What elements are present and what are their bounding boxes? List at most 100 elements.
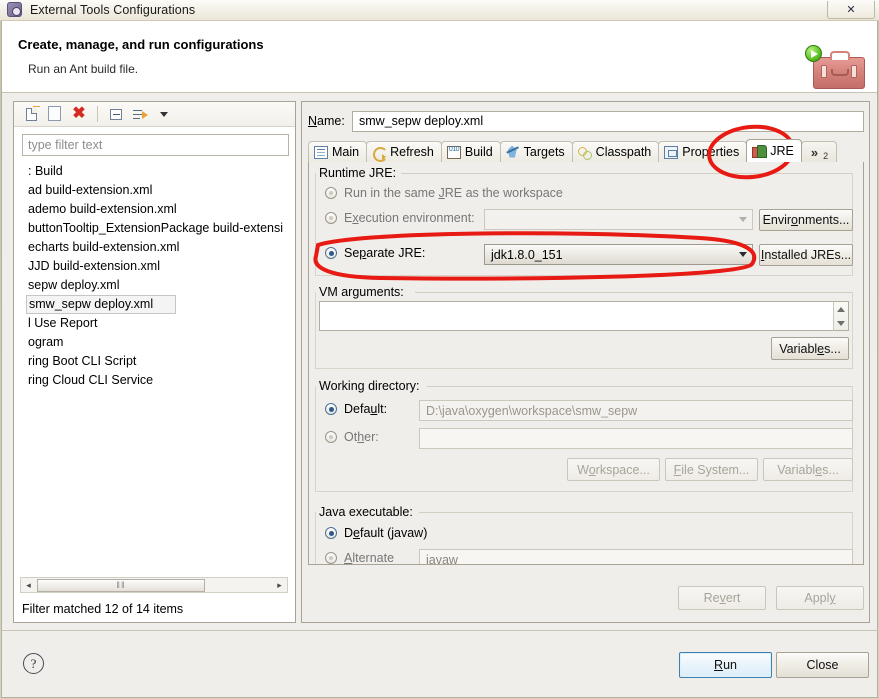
dialog-header: Create, manage, and run configurations R… — [1, 21, 878, 93]
list-item[interactable]: sepw deploy.xml — [20, 276, 291, 295]
file-system-button[interactable]: File System... — [665, 458, 758, 481]
tab-refresh[interactable]: Refresh — [366, 141, 442, 162]
list-item[interactable]: ogram — [20, 333, 291, 352]
vm-arguments-group-title: VM arguments: — [319, 285, 409, 299]
filter-placeholder: type filter text — [28, 138, 103, 152]
configuration-name-row: Name: smw_sepw deploy.xml — [308, 110, 864, 132]
name-input[interactable]: smw_sepw deploy.xml — [352, 110, 864, 132]
revert-button[interactable]: Revert — [678, 586, 766, 610]
chevron-down-icon — [739, 217, 747, 222]
tab-main[interactable]: Main — [308, 141, 368, 162]
vm-arguments-value[interactable] — [319, 301, 833, 331]
working-dir-variables-label: Variables... — [777, 462, 839, 477]
working-dir-default-value: D:\java\oxygen\workspace\smw_sepw — [419, 400, 853, 421]
scrollbar-thumb[interactable]: ‖‖ — [37, 578, 205, 592]
radio-separate-jre-indicator[interactable] — [325, 247, 337, 259]
radio-separate-jre-label: Separate JRE: — [344, 246, 426, 260]
list-item[interactable]: : Build — [20, 162, 291, 181]
tab-build[interactable]: Build — [440, 141, 501, 162]
list-item[interactable]: ad build-extension.xml — [20, 181, 291, 200]
configuration-editor-panel: Name: smw_sepw deploy.xml Main Refresh B… — [301, 101, 870, 623]
radio-java-exec-alternate[interactable]: Alternate — [325, 551, 395, 565]
tab-properties[interactable]: Properties — [658, 141, 748, 162]
revert-button-label: Revert — [703, 591, 741, 605]
radio-working-dir-other[interactable]: Other: — [325, 430, 379, 444]
workspace-button[interactable]: Workspace... — [567, 458, 660, 481]
main-tab-icon — [314, 145, 328, 159]
runtime-jre-group-title: Runtime JRE: — [319, 166, 402, 180]
filter-configurations-icon[interactable] — [129, 104, 151, 124]
list-item-selected[interactable]: smw_sepw deploy.xml — [26, 295, 176, 314]
collapse-all-icon[interactable] — [105, 104, 127, 124]
java-exec-alternate-input[interactable]: javaw — [419, 549, 853, 564]
tab-refresh-label: Refresh — [390, 145, 434, 159]
filter-input[interactable]: type filter text — [22, 134, 289, 156]
list-item[interactable]: ring Cloud CLI Service — [20, 371, 291, 390]
radio-same-jre-indicator[interactable] — [325, 187, 337, 199]
list-item[interactable]: ademo build-extension.xml — [20, 200, 291, 219]
run-button[interactable]: Run — [679, 652, 772, 678]
radio-execution-environment[interactable]: Execution environment: — [325, 211, 475, 225]
scroll-right-icon[interactable]: ▸ — [272, 578, 287, 592]
tab-overflow-count: 2 — [823, 151, 829, 161]
tab-overflow-button[interactable]: » 2 — [800, 141, 838, 162]
radio-working-dir-other-label: Other: — [344, 430, 379, 444]
working-dir-other-input[interactable] — [419, 428, 853, 449]
list-item[interactable]: JJD build-extension.xml — [20, 257, 291, 276]
tree-horizontal-scrollbar[interactable]: ◂ ‖‖ ▸ — [20, 577, 288, 593]
duplicate-configuration-icon[interactable] — [44, 104, 66, 124]
radio-run-in-same-jre[interactable]: Run in the same JRE as the workspace — [325, 186, 563, 200]
radio-working-dir-default-indicator[interactable] — [325, 403, 337, 415]
environments-button[interactable]: Environments... — [759, 209, 853, 231]
vm-arguments-scroll-spinner[interactable] — [833, 301, 849, 331]
close-button[interactable]: Close — [776, 652, 869, 678]
tab-jre[interactable]: JRE — [746, 139, 802, 162]
jre-tab-icon — [752, 144, 768, 158]
radio-exec-env-indicator[interactable] — [325, 212, 337, 224]
scroll-left-icon[interactable]: ◂ — [21, 578, 36, 592]
installed-jres-button[interactable]: Installed JREs... — [759, 244, 853, 266]
page-title: Create, manage, and run configurations — [18, 37, 264, 52]
separate-jre-combo[interactable]: jdk1.8.0_151 — [484, 244, 753, 265]
window-title-bar: External Tools Configurations ✕ — [0, 0, 879, 21]
radio-separate-jre[interactable]: Separate JRE: — [325, 246, 425, 260]
list-item[interactable]: buttonTooltip_ExtensionPackage build-ext… — [20, 219, 291, 238]
list-item[interactable]: ring Boot CLI Script — [20, 352, 291, 371]
list-item[interactable]: echarts build-extension.xml — [20, 238, 291, 257]
targets-tab-icon — [506, 146, 520, 159]
execution-environment-combo[interactable] — [484, 209, 753, 230]
configurations-list[interactable]: : Build ad build-extension.xml ademo build… — [20, 162, 291, 585]
radio-working-dir-default[interactable]: Default: — [325, 402, 387, 416]
close-icon[interactable]: ✕ — [827, 1, 875, 19]
view-menu-chevron-down-icon[interactable] — [153, 104, 175, 124]
tab-main-label: Main — [332, 145, 360, 159]
new-configuration-icon[interactable] — [20, 104, 42, 124]
build-tab-icon — [446, 145, 461, 159]
window-title: External Tools Configurations — [30, 3, 196, 17]
properties-tab-icon — [664, 145, 679, 159]
radio-java-exec-alternate-label: Alternate — [344, 551, 395, 565]
list-item[interactable]: l Use Report — [20, 314, 291, 333]
scroll-down-icon — [837, 320, 845, 326]
vm-arguments-variables-label: Variables... — [779, 341, 841, 356]
delete-configuration-icon[interactable]: ✖ — [68, 104, 90, 124]
java-executable-group-title: Java executable: — [319, 505, 418, 519]
vm-arguments-textarea[interactable] — [319, 301, 849, 331]
name-label: Name: — [308, 114, 345, 128]
tab-targets[interactable]: Targets — [499, 141, 573, 162]
tab-classpath[interactable]: Classpath — [571, 141, 660, 162]
working-dir-variables-button[interactable]: Variables... — [763, 458, 853, 481]
apply-button[interactable]: Apply — [776, 586, 864, 610]
help-icon[interactable]: ? — [23, 653, 44, 674]
radio-java-exec-default[interactable]: Default (javaw) — [325, 526, 427, 540]
installed-jres-button-label: Installed JREs... — [760, 248, 852, 262]
tab-jre-label: JRE — [770, 144, 794, 158]
apply-button-label: Apply — [804, 591, 836, 605]
radio-working-dir-other-indicator[interactable] — [325, 431, 337, 443]
radio-java-exec-alternate-indicator[interactable] — [325, 552, 337, 564]
radio-java-exec-default-indicator[interactable] — [325, 527, 337, 539]
vm-arguments-variables-button[interactable]: Variables... — [771, 337, 849, 360]
radio-exec-env-label: Execution environment: — [344, 211, 475, 225]
working-directory-group-title: Working directory: — [319, 379, 425, 393]
tab-build-label: Build — [464, 145, 493, 159]
